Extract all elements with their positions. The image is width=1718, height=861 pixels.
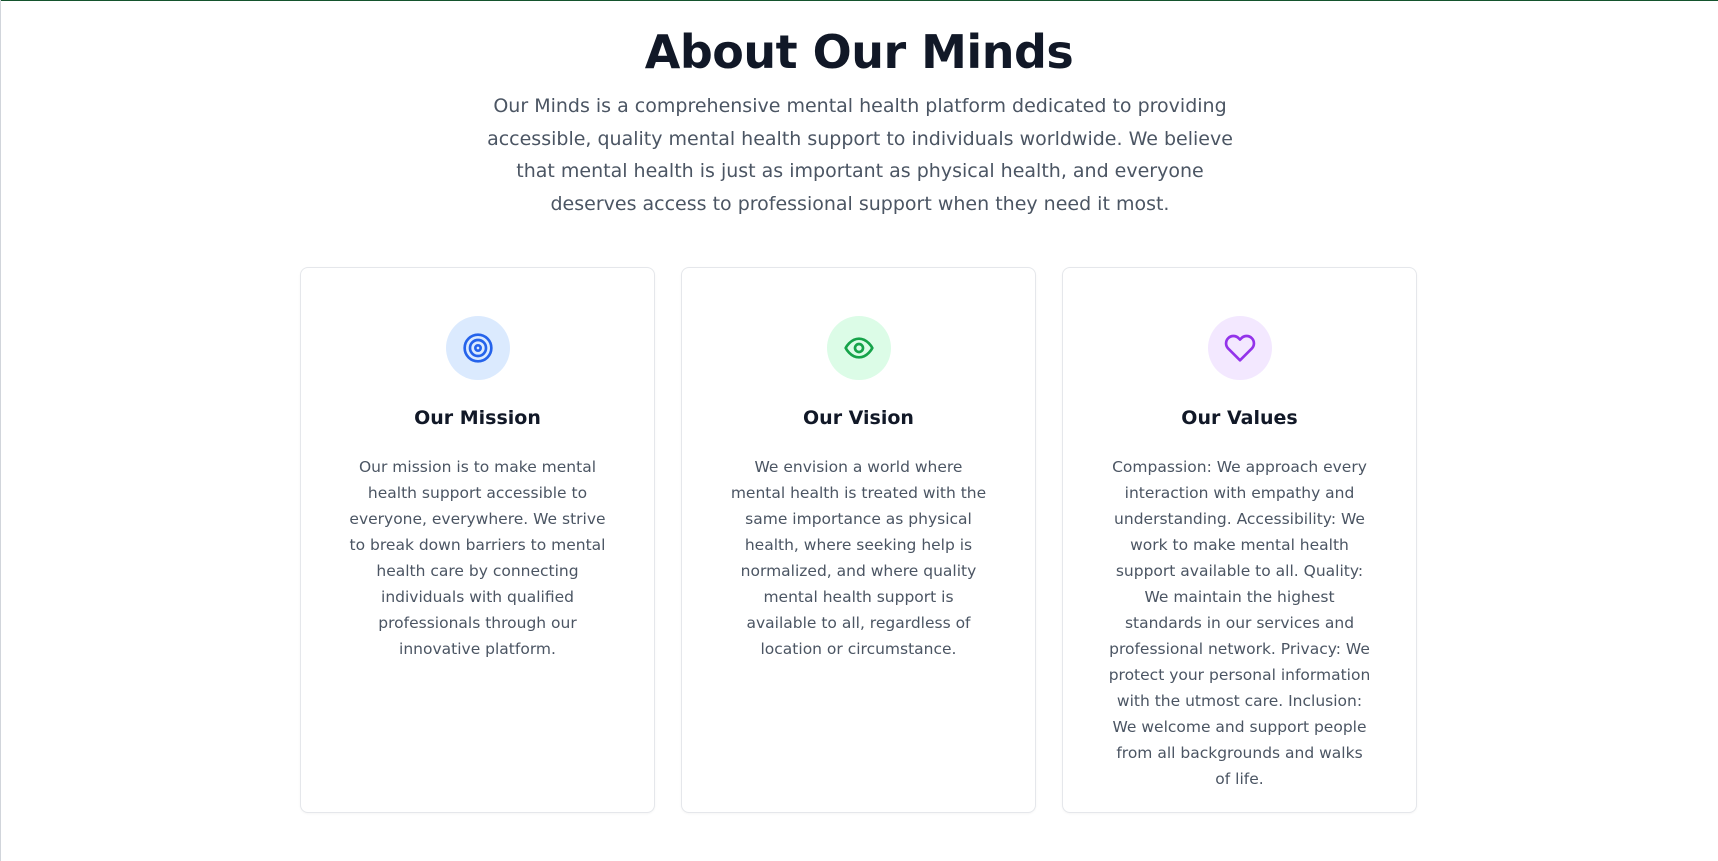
intro-paragraph: Our Minds is a comprehensive mental heal… xyxy=(487,95,1233,215)
values-card: Our Values Compassion: We approach every… xyxy=(1062,267,1417,813)
vision-text: We envision a world where mental health … xyxy=(730,458,987,658)
vision-icon-circle xyxy=(827,316,891,380)
values-text: Compassion: We approach every interactio… xyxy=(1108,458,1371,788)
mission-text: Our mission is to make mental health sup… xyxy=(349,458,606,658)
heart-icon xyxy=(1224,334,1256,362)
page-title: About Our Minds xyxy=(644,25,1074,79)
about-section: About Our Minds Our Minds is a comprehen… xyxy=(0,0,1718,861)
vision-title: Our Vision xyxy=(803,407,914,429)
target-icon xyxy=(463,333,493,363)
mission-card: Our Mission Our mission is to make menta… xyxy=(300,267,655,813)
eye-icon xyxy=(844,337,874,359)
values-title: Our Values xyxy=(1181,407,1298,429)
vision-card: Our Vision We envision a world where men… xyxy=(681,267,1036,813)
mission-icon-circle xyxy=(446,316,510,380)
mission-title: Our Mission xyxy=(414,407,541,429)
values-icon-circle xyxy=(1208,316,1272,380)
